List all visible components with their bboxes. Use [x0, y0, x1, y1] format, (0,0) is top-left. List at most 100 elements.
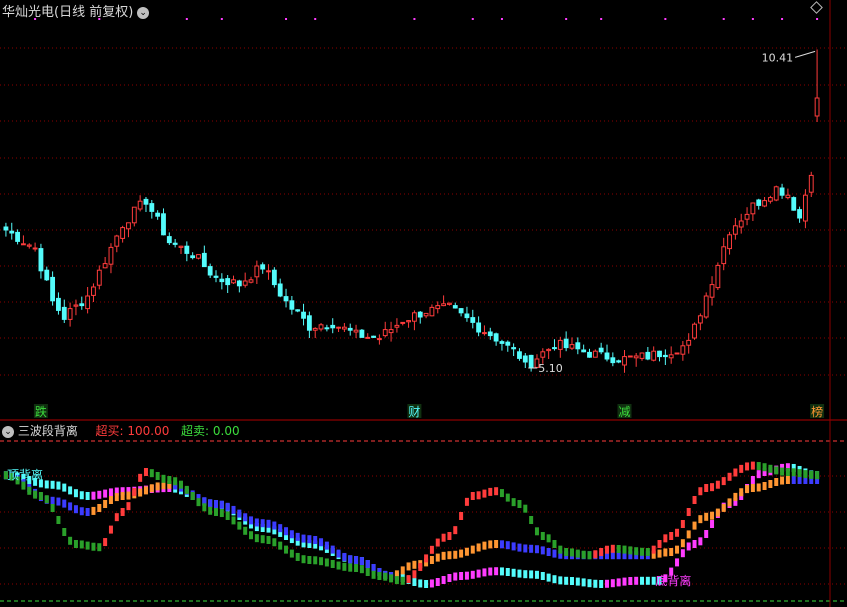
- indicator-bar: [97, 543, 102, 552]
- indicator-bar: [523, 504, 528, 513]
- indicator-bar: [108, 525, 113, 534]
- indicator-bar: [336, 561, 341, 570]
- indicator-bar: [79, 507, 84, 516]
- indicator-bar: [669, 548, 674, 556]
- candle: [225, 275, 231, 293]
- candle-body: [271, 269, 277, 286]
- stock-title: 华灿光电(日线 前复权): [2, 5, 134, 20]
- candle-body: [779, 187, 785, 196]
- candle: [610, 352, 616, 367]
- chart-annotations: 10.41 5.10: [528, 50, 816, 375]
- candle: [767, 195, 773, 204]
- indicator-bar: [698, 515, 703, 524]
- top-dot: [285, 18, 288, 20]
- candle: [505, 340, 511, 352]
- indicator-bar: [284, 527, 289, 536]
- candle: [336, 326, 341, 332]
- candle-body: [727, 234, 732, 250]
- candle-body: [598, 347, 604, 353]
- candle-body: [680, 345, 686, 355]
- indicator-bar: [97, 504, 102, 512]
- candle: [587, 348, 592, 358]
- indicator-bar: [494, 540, 499, 548]
- indicator-bar: [762, 482, 767, 490]
- indicator-bar: [143, 486, 148, 495]
- candle-body: [540, 351, 546, 358]
- indicator-bar: [581, 550, 586, 559]
- candle: [657, 350, 662, 362]
- candle-body: [808, 174, 814, 193]
- candle-body: [458, 308, 464, 314]
- indicator-bar: [686, 530, 691, 539]
- candle-body: [120, 227, 126, 239]
- indicator-bar: [482, 541, 487, 550]
- candle: [341, 323, 347, 332]
- indicator-bar: [365, 560, 370, 568]
- indicator-bar: [558, 545, 563, 554]
- candle-body: [359, 329, 365, 338]
- indicator-bar: [622, 577, 627, 586]
- chevron-down-icon[interactable]: ⌄: [137, 6, 150, 19]
- indicator-bar: [540, 546, 545, 555]
- top-dot: [722, 18, 725, 20]
- candle: [814, 49, 820, 122]
- indicator-bar: [307, 556, 312, 564]
- candlestick-series: [3, 49, 820, 373]
- candle: [598, 342, 604, 355]
- indicator-bar: [56, 481, 61, 490]
- candle: [674, 352, 680, 355]
- candle: [219, 273, 225, 290]
- candle: [131, 206, 137, 227]
- candle: [727, 231, 732, 255]
- candle: [271, 267, 277, 288]
- candle: [417, 311, 423, 324]
- indicator-bar: [56, 497, 61, 506]
- indicator-bar: [27, 486, 32, 495]
- candle: [301, 303, 306, 326]
- indicator-bar: [447, 551, 452, 560]
- indicator-bar: [511, 568, 516, 577]
- indicator-bar: [645, 576, 650, 585]
- indicator-bar: [505, 493, 510, 502]
- indicator-bar: [114, 513, 119, 522]
- indicator-bar: [424, 554, 429, 563]
- indicator-bar: [727, 472, 732, 481]
- indicator-bar: [604, 579, 609, 588]
- top-dot: [600, 18, 603, 20]
- indicator-bar: [721, 477, 726, 486]
- indicator-bar: [342, 562, 347, 571]
- indicator-bar: [698, 537, 703, 546]
- indicator-bar: [254, 518, 259, 527]
- candle-body: [522, 355, 528, 363]
- candle: [289, 296, 295, 315]
- indicator-bar: [704, 530, 709, 538]
- candle: [96, 265, 102, 290]
- indicator-bar: [237, 521, 242, 530]
- candle-body: [219, 278, 225, 283]
- candle-body: [487, 331, 493, 337]
- annotation-arrow: [794, 50, 816, 58]
- candle-body: [744, 213, 750, 220]
- candle: [750, 202, 756, 221]
- candle-body: [254, 265, 260, 278]
- indicator-bar: [470, 492, 475, 500]
- chevron-down-icon[interactable]: ⌄: [2, 425, 14, 438]
- candle-body: [797, 209, 802, 219]
- candle: [318, 323, 324, 332]
- indicator-bar: [534, 545, 539, 554]
- candle: [85, 287, 91, 314]
- candle: [266, 264, 271, 280]
- indicator-bar: [184, 485, 189, 494]
- indicator-bar: [459, 572, 464, 580]
- indicator-bar: [266, 535, 271, 544]
- indicator-bar: [453, 526, 458, 535]
- indicator-bar: [249, 531, 254, 540]
- indicator-bar: [797, 469, 802, 478]
- indicator-bar: [219, 500, 224, 509]
- top-dot: [413, 18, 416, 20]
- candle: [622, 350, 627, 373]
- indicator-bar: [593, 579, 598, 588]
- indicator-bar: [657, 540, 662, 548]
- candle: [38, 243, 44, 279]
- candle-body: [166, 236, 172, 244]
